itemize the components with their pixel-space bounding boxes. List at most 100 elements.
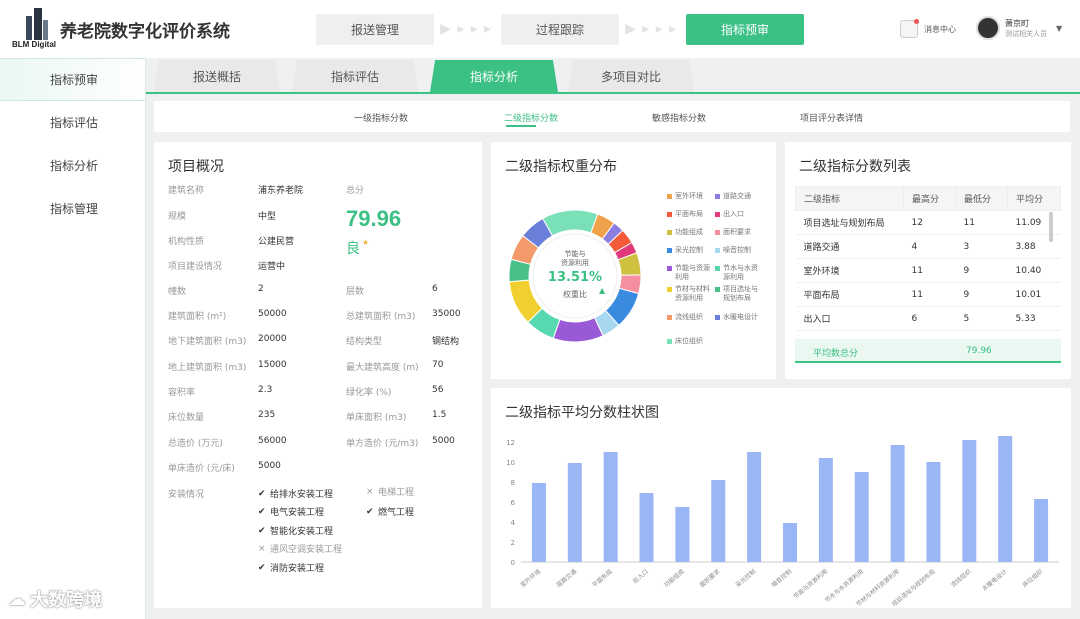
tab-indicator-evaluation[interactable]: 指标评估 — [292, 60, 418, 92]
field-label: 项目建设情况 — [168, 262, 223, 272]
step-arrow-icon: ▶ ▸ ▸ ▸ — [625, 21, 678, 37]
table-cell: 11 — [903, 258, 956, 283]
legend-item[interactable]: 节能与资源利用 — [667, 264, 713, 282]
bar-2[interactable] — [603, 452, 618, 562]
app-title: 养老院数字化评价系统 — [60, 22, 230, 42]
legend-item[interactable]: 采光控制 — [667, 246, 713, 255]
bar-8[interactable] — [818, 458, 833, 562]
legend-item[interactable]: 床位组织 — [667, 337, 713, 346]
sidebar-item-indicator-management[interactable]: 指标管理 — [0, 187, 145, 230]
bar-0[interactable] — [531, 483, 546, 562]
legend-label: 流线组织 — [675, 313, 703, 321]
column-header: 最高分 — [903, 186, 956, 211]
field-label: 结构类型 — [346, 337, 383, 347]
field-value: 2.3 — [258, 385, 273, 395]
bar-13[interactable] — [998, 436, 1013, 562]
sidebar-item-indicator-evaluation[interactable]: 指标评估 — [0, 101, 145, 144]
step-indicator-review[interactable]: 指标预审 — [686, 14, 804, 45]
bar-9[interactable] — [854, 472, 869, 562]
bar-4[interactable] — [675, 507, 690, 562]
field-value: 50000 — [258, 309, 287, 319]
legend-swatch — [715, 266, 720, 271]
bar-chart: 0 2 4 6 8 10 12 室外环境 道路交通 平面布局 出入口 功能组成 面积要求 采光控制 噪音控制… — [506, 436, 1059, 608]
table-cell: 11 — [955, 210, 1008, 235]
table-row: 道路交通 4 3 3.88 — [795, 234, 1061, 259]
user-role: 测试相关人员 — [1005, 29, 1047, 38]
tab-submission-overview[interactable]: 报送概括 — [154, 60, 280, 92]
table-row: 流线组织676.72 — [795, 330, 1061, 338]
legend-swatch — [715, 287, 720, 292]
user-menu[interactable]: 萧京町 测试相关人员 ▼ — [976, 16, 1062, 40]
legend-swatch — [667, 230, 672, 235]
bar-1[interactable] — [567, 463, 582, 562]
legend-label: 节水与水资源利用 — [723, 264, 758, 281]
donut-slice-8[interactable] — [552, 316, 604, 343]
bar-6[interactable] — [747, 452, 762, 562]
message-center[interactable]: 消息中心 — [900, 19, 956, 38]
step-process-tracking[interactable]: 过程跟踪 — [501, 14, 619, 45]
column-header: 二级指标 — [795, 186, 904, 211]
sidebar-item-indicator-review[interactable]: 指标预审 — [0, 58, 145, 101]
column-header: 平均分 — [1007, 186, 1061, 211]
legend-item[interactable]: 节水与水资源利用 — [715, 264, 761, 282]
score-table: 二级指标 最高分 最低分 平均分 项目选址与规划布局 12 11 11.09 道路交通 4… — [795, 186, 1061, 338]
legend-label: 平面布局 — [675, 210, 703, 218]
subnav-level2-scores[interactable]: 二级指标分数 — [504, 111, 558, 124]
legend-item[interactable]: 噪音控制 — [715, 246, 761, 255]
legend-item[interactable]: 室外环境 — [667, 192, 713, 201]
score-table-scroll[interactable]: 二级指标 最高分 最低分 平均分 项目选址与规划布局 12 11 11.09 道路交通 4… — [795, 186, 1061, 338]
table-cell: 项目选址与规划布局 — [795, 210, 904, 235]
install-label: 燃气工程 — [378, 508, 415, 518]
field-value: 56000 — [258, 436, 287, 446]
tab-multi-project-compare[interactable]: 多项目对比 — [568, 60, 694, 92]
bar-12[interactable] — [962, 440, 977, 562]
legend-item[interactable]: 项目选址与规划布局 — [715, 285, 761, 303]
bar-14[interactable] — [1034, 499, 1049, 562]
x-tick-label: 水暖电设计 — [980, 567, 1008, 592]
bar-3[interactable] — [639, 493, 654, 562]
legend-item[interactable]: 水暖电设计 — [715, 313, 761, 322]
donut-slice-14[interactable] — [542, 209, 599, 237]
subnav-sensitive-scores[interactable]: 敏感指标分数 — [652, 111, 706, 124]
total-score: 79.96 — [346, 206, 402, 231]
table-cell: 9 — [955, 258, 1008, 283]
legend-item[interactable]: 功能组成 — [667, 228, 713, 237]
bar-11[interactable] — [926, 462, 941, 562]
sidebar-item-indicator-analysis[interactable]: 指标分析 — [0, 144, 145, 187]
table-scrollbar[interactable] — [1049, 212, 1053, 242]
subnav-score-details[interactable]: 项目评分表详情 — [800, 111, 863, 124]
field-value: 15000 — [258, 360, 287, 370]
field-label: 总造价 (万元) — [168, 439, 223, 449]
field-value: 1.5 — [432, 410, 447, 420]
message-center-label: 消息中心 — [924, 24, 956, 34]
install-label: 电气安装工程 — [270, 508, 325, 518]
tab-indicator-analysis[interactable]: 指标分析 — [430, 60, 558, 92]
legend-item[interactable]: 流线组织 — [667, 313, 713, 322]
legend-item[interactable]: 出入口 — [715, 210, 761, 219]
legend-item[interactable]: 平面布局 — [667, 210, 713, 219]
field-value: 钢结构 — [432, 337, 460, 347]
legend-item[interactable]: 面积要求 — [715, 228, 761, 237]
donut-center-name-line1: 节能与 — [564, 250, 586, 258]
y-tick-label: 8 — [511, 479, 515, 487]
legend-label: 出入口 — [723, 210, 744, 218]
subnav-level1-scores[interactable]: 一级指标分数 — [354, 111, 408, 124]
table-cell: 10.40 — [1007, 258, 1061, 283]
legend-item[interactable]: 道路交通 — [715, 192, 761, 201]
field-value: 公建民营 — [258, 237, 295, 247]
install-item: ✔ 给排水安装工程 — [258, 487, 333, 501]
legend-swatch — [667, 315, 672, 320]
field-label: 安装情况 — [168, 490, 205, 500]
bar-10[interactable] — [890, 445, 905, 562]
x-tick-label: 采光控制 — [734, 567, 758, 589]
legend-item[interactable]: 节材与材料资源利用 — [667, 285, 713, 303]
sub-navigation: 一级指标分数 二级指标分数 敏感指标分数 项目评分表详情 — [154, 101, 1070, 132]
bar-7[interactable] — [783, 523, 797, 562]
table-cell: 6 — [903, 330, 956, 338]
step-submit-management[interactable]: 报送管理 — [316, 14, 434, 45]
footer-value: 79.96 — [966, 346, 992, 356]
watermark: ☁ 大数跨境 — [8, 588, 102, 612]
table-cell: 平面布局 — [795, 282, 904, 307]
bar-5[interactable] — [711, 480, 726, 562]
legend-label: 道路交通 — [723, 192, 751, 200]
